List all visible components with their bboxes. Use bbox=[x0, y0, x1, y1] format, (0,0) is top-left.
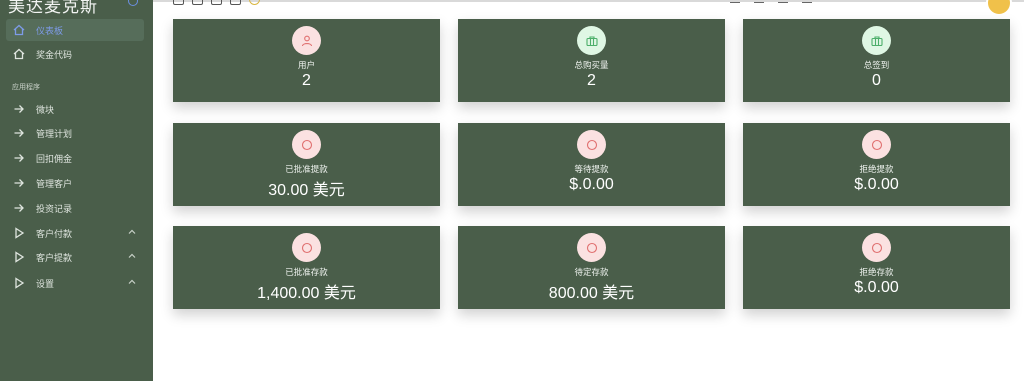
stat-label: 用户 bbox=[297, 61, 315, 71]
stat-card-pending-deposits: 待定存款 800.00 美元 bbox=[458, 226, 725, 309]
chat-icon[interactable] bbox=[192, 0, 203, 5]
briefcase-icon bbox=[862, 26, 891, 55]
sidebar-item-label: 管理客户 bbox=[36, 179, 73, 190]
stat-card-approved-withdrawals: 已批准提款 30.00 美元 bbox=[173, 123, 440, 206]
search-icon[interactable] bbox=[802, 0, 812, 3]
sidebar-item-customer-withdrawals[interactable]: 客户提款 bbox=[6, 246, 144, 268]
stat-label: 等待提款 bbox=[574, 165, 609, 175]
stat-value: 2 bbox=[587, 72, 596, 89]
stat-card-approved-deposits: 已批准存款 1,400.00 美元 bbox=[173, 226, 440, 309]
calendar-icon[interactable] bbox=[230, 0, 241, 5]
sidebar-item-label: 仪表板 bbox=[36, 26, 64, 37]
sidebar-item-bonus-code[interactable]: 奖金代码 bbox=[6, 43, 144, 65]
sidebar-item-label: 投资记录 bbox=[36, 204, 73, 215]
avatar[interactable] bbox=[986, 0, 1012, 16]
sidebar-item-label: 微块 bbox=[36, 105, 55, 116]
stat-value: $.0.00 bbox=[854, 279, 899, 296]
chevron-up-icon bbox=[128, 252, 136, 263]
stat-card-total-purchases: 总购买量 2 bbox=[458, 19, 725, 102]
stat-value: 800.00 美元 bbox=[548, 285, 635, 302]
circle-icon bbox=[292, 233, 321, 262]
sidebar-item-label: 设置 bbox=[36, 279, 55, 290]
menu-icon[interactable] bbox=[173, 0, 184, 5]
stat-label: 总签到 bbox=[863, 61, 890, 71]
sidebar: 美达麦克斯 仪表板 奖金代码 应用程序 微块 管理计划 回扣佣金 管理客户 投资… bbox=[0, 0, 153, 381]
stat-card-rejected-deposits: 拒绝存款 $.0.00 bbox=[743, 226, 1010, 309]
notification-icon[interactable] bbox=[778, 0, 788, 3]
sidebar-item-label: 客户付款 bbox=[36, 229, 73, 240]
stat-label: 已批准存款 bbox=[285, 268, 328, 278]
sidebar-item-settings[interactable]: 设置 bbox=[6, 272, 144, 294]
stat-value: 30.00 美元 bbox=[268, 182, 345, 199]
stat-value: 1,400.00 美元 bbox=[257, 285, 356, 302]
stat-label: 已批准提款 bbox=[285, 165, 328, 175]
user-icon bbox=[292, 26, 321, 55]
sidebar-item-label: 客户提款 bbox=[36, 253, 73, 264]
stat-label: 总购买量 bbox=[574, 61, 609, 71]
topbar-left-icons bbox=[173, 0, 260, 5]
stat-card-total-checkins: 总签到 0 bbox=[743, 19, 1010, 102]
mail-icon[interactable] bbox=[211, 0, 222, 5]
play-icon bbox=[12, 250, 26, 264]
stat-label: 拒绝提款 bbox=[859, 165, 894, 175]
brand-title: 美达麦克斯 bbox=[8, 0, 98, 17]
stat-card-pending-withdrawals: 等待提款 $.0.00 bbox=[458, 123, 725, 206]
stat-card-rejected-withdrawals: 拒绝提款 $.0.00 bbox=[743, 123, 1010, 206]
chevron-up-icon bbox=[128, 228, 136, 239]
arrow-right-icon bbox=[12, 201, 26, 215]
sidebar-item-dashboard[interactable]: 仪表板 bbox=[6, 19, 144, 41]
moon-icon[interactable] bbox=[754, 0, 764, 3]
stat-value: 0 bbox=[872, 72, 881, 89]
home-icon bbox=[12, 47, 26, 61]
arrow-right-icon bbox=[12, 126, 26, 140]
arrow-right-icon bbox=[12, 176, 26, 190]
sidebar-item-manage-plans[interactable]: 管理计划 bbox=[6, 122, 144, 144]
brand-toggle-icon[interactable] bbox=[128, 0, 138, 6]
circle-icon bbox=[577, 233, 606, 262]
circle-icon bbox=[292, 130, 321, 159]
circle-icon bbox=[577, 130, 606, 159]
arrow-right-icon bbox=[12, 151, 26, 165]
arrow-right-icon bbox=[12, 102, 26, 116]
home-icon bbox=[12, 23, 26, 37]
play-icon bbox=[12, 226, 26, 240]
stat-card-users: 用户 2 bbox=[173, 19, 440, 102]
circle-icon bbox=[862, 233, 891, 262]
section-label-apps: 应用程序 bbox=[12, 83, 40, 91]
topbar-divider bbox=[153, 0, 1024, 2]
stat-value: $.0.00 bbox=[854, 176, 899, 193]
stat-label: 待定存款 bbox=[574, 268, 609, 278]
circle-icon bbox=[862, 130, 891, 159]
topbar-right-icons bbox=[730, 0, 812, 3]
language-icon[interactable] bbox=[730, 0, 740, 3]
star-icon[interactable] bbox=[249, 0, 260, 5]
play-icon bbox=[12, 276, 26, 290]
chevron-up-icon bbox=[128, 278, 136, 289]
stat-value: $.0.00 bbox=[569, 176, 614, 193]
sidebar-item-label: 奖金代码 bbox=[36, 50, 73, 61]
stat-label: 拒绝存款 bbox=[859, 268, 894, 278]
sidebar-item-label: 管理计划 bbox=[36, 129, 73, 140]
stat-value: 2 bbox=[302, 72, 311, 89]
sidebar-item-label: 回扣佣金 bbox=[36, 154, 73, 165]
briefcase-icon bbox=[577, 26, 606, 55]
sidebar-item-customer-payments[interactable]: 客户付款 bbox=[6, 222, 144, 244]
sidebar-item-rebate[interactable]: 回扣佣金 bbox=[6, 147, 144, 169]
sidebar-item-investment-records[interactable]: 投资记录 bbox=[6, 197, 144, 219]
sidebar-item-blocks[interactable]: 微块 bbox=[6, 98, 144, 120]
sidebar-item-manage-customers[interactable]: 管理客户 bbox=[6, 172, 144, 194]
